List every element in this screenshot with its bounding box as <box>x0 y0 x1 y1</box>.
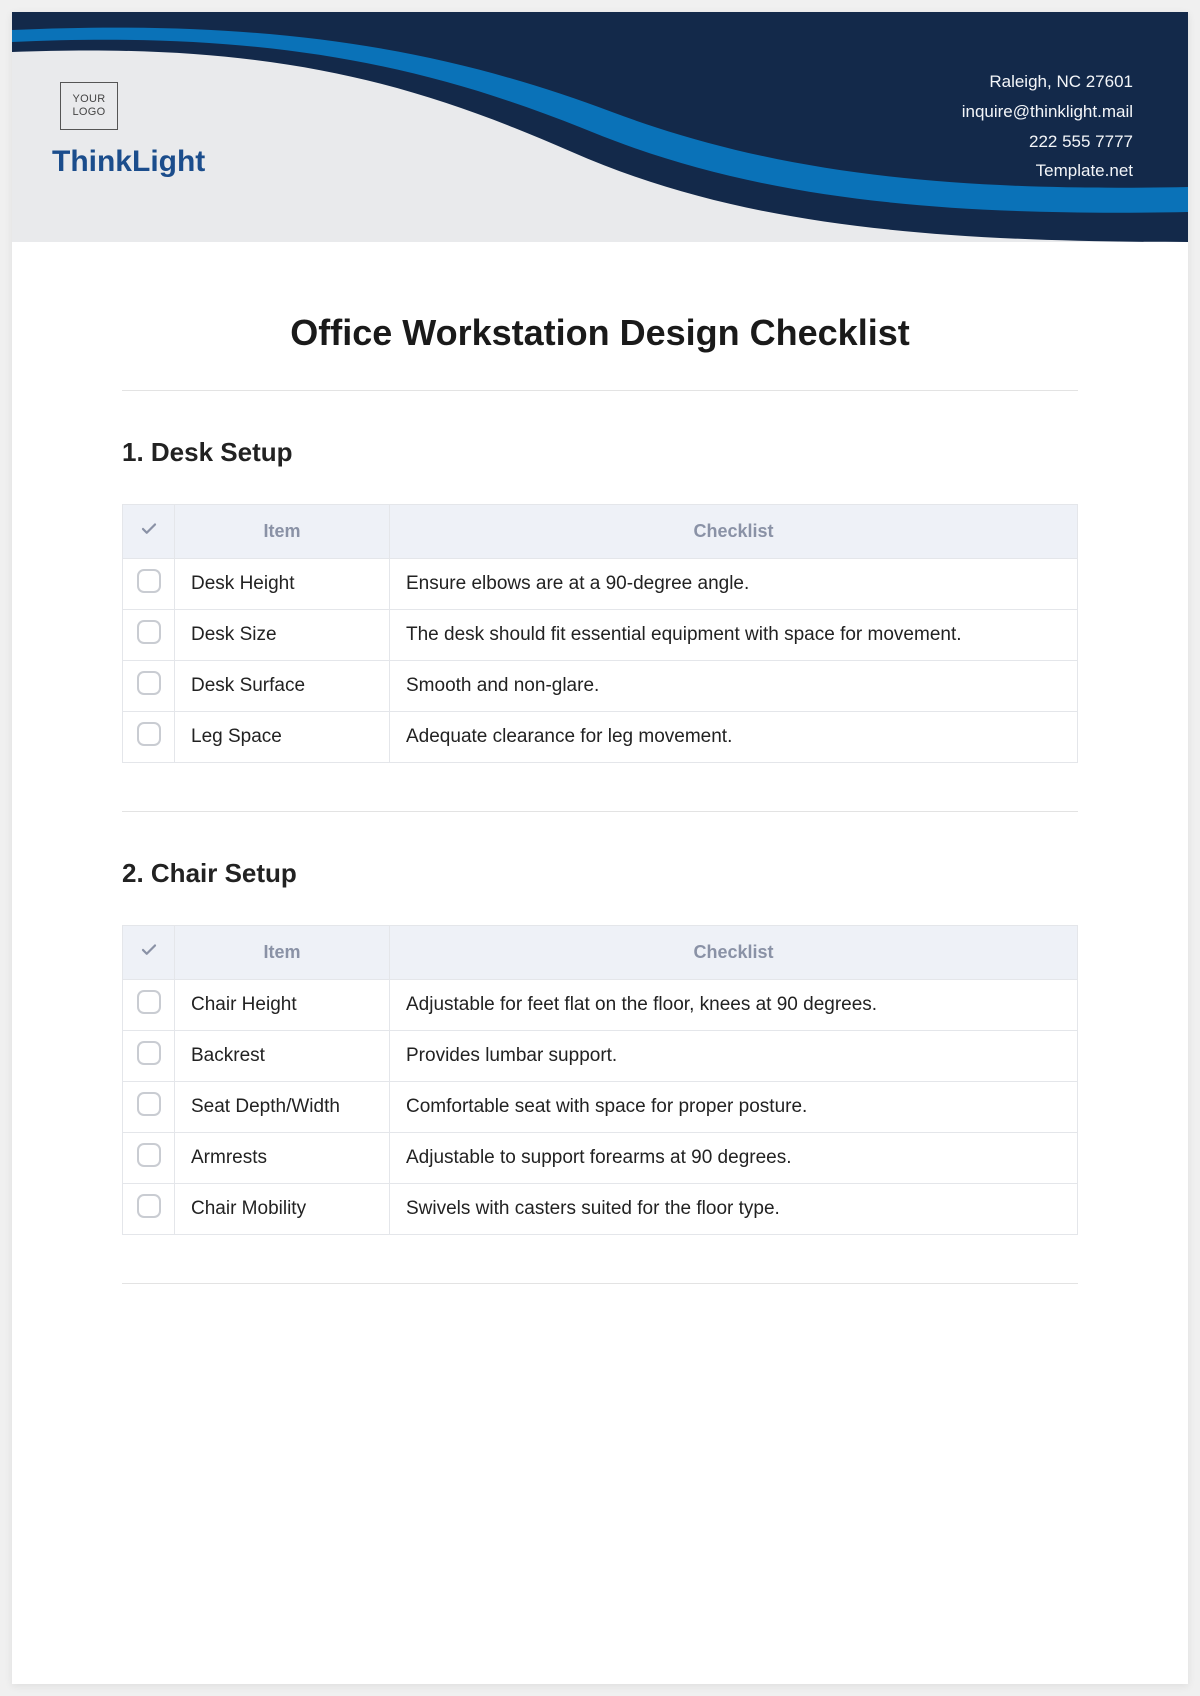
checkbox[interactable] <box>137 1041 161 1065</box>
content: Office Workstation Design Checklist 1. D… <box>12 242 1188 1284</box>
check-icon <box>140 520 158 543</box>
item-name: Armrests <box>175 1133 390 1184</box>
table-row: Leg Space Adequate clearance for leg mov… <box>123 712 1078 763</box>
document-page: YOUR LOGO ThinkLight Raleigh, NC 27601 i… <box>12 12 1188 1684</box>
divider <box>122 1283 1078 1284</box>
table-header-row: Item Checklist <box>123 926 1078 980</box>
section-heading: 2. Chair Setup <box>122 858 1078 889</box>
table-header-row: Item Checklist <box>123 505 1078 559</box>
item-text: Adjustable for feet flat on the floor, k… <box>390 980 1078 1031</box>
item-name: Backrest <box>175 1031 390 1082</box>
column-checklist: Checklist <box>390 505 1078 559</box>
item-text: Adjustable to support forearms at 90 deg… <box>390 1133 1078 1184</box>
section-heading: 1. Desk Setup <box>122 437 1078 468</box>
column-item: Item <box>175 505 390 559</box>
item-text: Adequate clearance for leg movement. <box>390 712 1078 763</box>
column-check <box>123 505 175 559</box>
checklist-table: Item Checklist Chair Height Adjustable f… <box>122 925 1078 1235</box>
contact-block: Raleigh, NC 27601 inquire@thinklight.mai… <box>962 67 1133 186</box>
item-name: Chair Mobility <box>175 1184 390 1235</box>
column-check <box>123 926 175 980</box>
checklist-table: Item Checklist Desk Height Ensure elbows… <box>122 504 1078 763</box>
item-text: Swivels with casters suited for the floo… <box>390 1184 1078 1235</box>
table-row: Desk Height Ensure elbows are at a 90-de… <box>123 559 1078 610</box>
table-row: Desk Surface Smooth and non-glare. <box>123 661 1078 712</box>
brand-name: ThinkLight <box>52 145 205 179</box>
table-row: Seat Depth/Width Comfortable seat with s… <box>123 1082 1078 1133</box>
item-text: Comfortable seat with space for proper p… <box>390 1082 1078 1133</box>
checkbox[interactable] <box>137 990 161 1014</box>
item-name: Desk Size <box>175 610 390 661</box>
checkbox[interactable] <box>137 1194 161 1218</box>
section-desk-setup: 1. Desk Setup Item Checklist <box>122 391 1078 811</box>
contact-email: inquire@thinklight.mail <box>962 97 1133 127</box>
checkbox[interactable] <box>137 1092 161 1116</box>
logo-placeholder: YOUR LOGO <box>60 82 118 130</box>
contact-address: Raleigh, NC 27601 <box>962 67 1133 97</box>
checkbox[interactable] <box>137 722 161 746</box>
item-text: Provides lumbar support. <box>390 1031 1078 1082</box>
checkbox[interactable] <box>137 569 161 593</box>
item-name: Desk Surface <box>175 661 390 712</box>
contact-phone: 222 555 7777 <box>962 127 1133 157</box>
column-item: Item <box>175 926 390 980</box>
item-text: Smooth and non-glare. <box>390 661 1078 712</box>
logo-text: YOUR LOGO <box>73 93 106 118</box>
checkbox[interactable] <box>137 620 161 644</box>
table-row: Chair Mobility Swivels with casters suit… <box>123 1184 1078 1235</box>
item-name: Leg Space <box>175 712 390 763</box>
item-name: Seat Depth/Width <box>175 1082 390 1133</box>
item-text: Ensure elbows are at a 90-degree angle. <box>390 559 1078 610</box>
table-row: Armrests Adjustable to support forearms … <box>123 1133 1078 1184</box>
page-title: Office Workstation Design Checklist <box>122 312 1078 354</box>
header: YOUR LOGO ThinkLight Raleigh, NC 27601 i… <box>12 12 1188 242</box>
item-name: Chair Height <box>175 980 390 1031</box>
section-chair-setup: 2. Chair Setup Item Checklist <box>122 812 1078 1283</box>
checkbox[interactable] <box>137 671 161 695</box>
table-row: Backrest Provides lumbar support. <box>123 1031 1078 1082</box>
contact-site: Template.net <box>962 156 1133 186</box>
check-icon <box>140 941 158 964</box>
column-checklist: Checklist <box>390 926 1078 980</box>
item-text: The desk should fit essential equipment … <box>390 610 1078 661</box>
table-row: Chair Height Adjustable for feet flat on… <box>123 980 1078 1031</box>
item-name: Desk Height <box>175 559 390 610</box>
checkbox[interactable] <box>137 1143 161 1167</box>
table-row: Desk Size The desk should fit essential … <box>123 610 1078 661</box>
